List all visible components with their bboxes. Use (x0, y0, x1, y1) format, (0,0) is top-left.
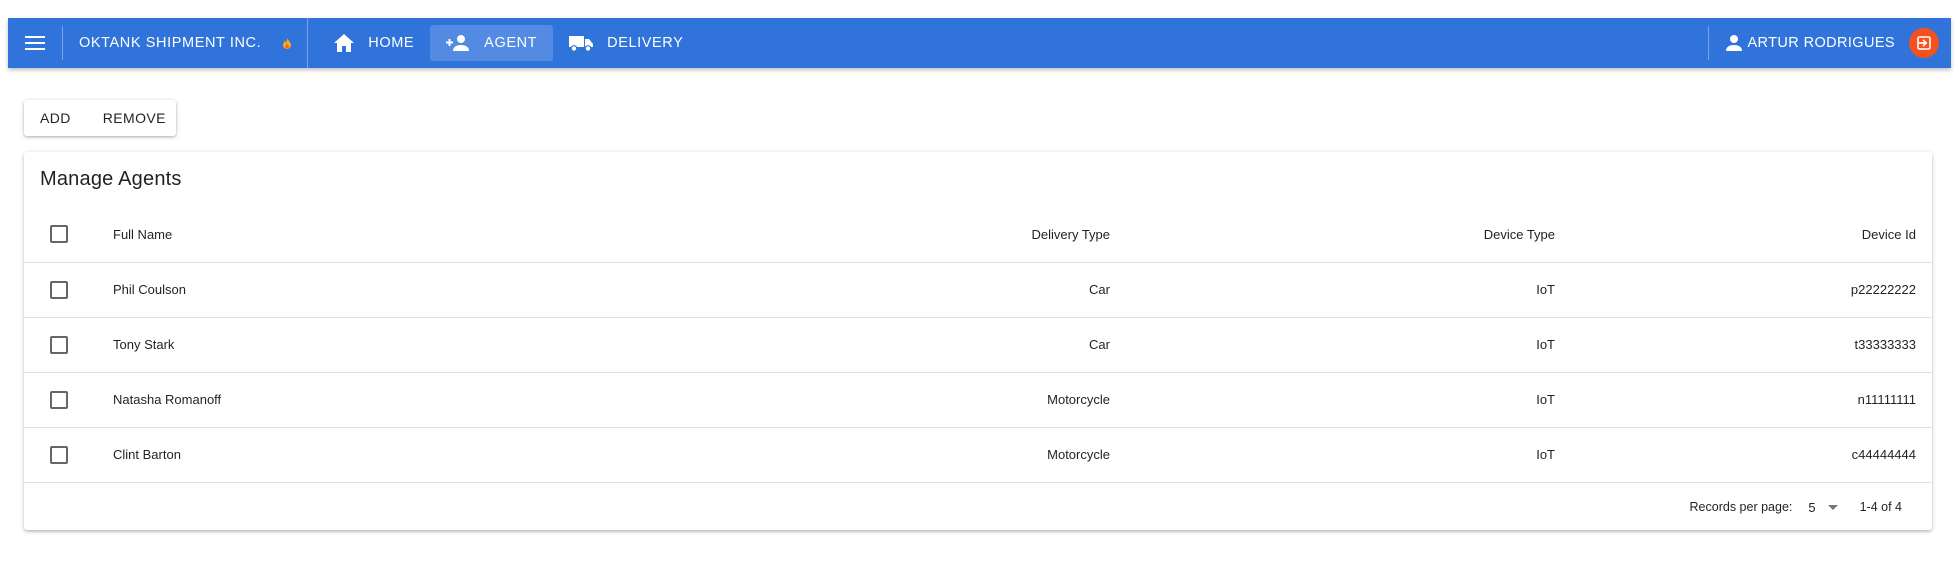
column-header-device-id[interactable]: Device Id (1555, 207, 1932, 263)
user-icon (1725, 34, 1743, 52)
cell-full-name: Tony Stark (113, 317, 613, 373)
column-header-device-type[interactable]: Device Type (1110, 207, 1555, 263)
cell-device-type: IoT (1110, 317, 1555, 373)
table-header-row: Full Name Delivery Type Device Type Devi… (24, 207, 1932, 263)
row-checkbox-cell (24, 372, 113, 428)
cell-device-id: n11111111 (1555, 372, 1932, 428)
row-checkbox[interactable] (50, 390, 68, 409)
menu-button[interactable] (8, 18, 62, 68)
add-button[interactable]: ADD (24, 100, 87, 136)
table-row[interactable]: Clint Barton Motorcycle IoT c44444444 (24, 427, 1932, 483)
cell-delivery-type: Motorcycle (613, 372, 1110, 428)
pagination-range: 1-4 of 4 (1859, 500, 1902, 514)
nav-home[interactable]: HOME (318, 25, 430, 61)
main-nav: HOME AGENT DELIVERY (308, 18, 699, 68)
user-menu[interactable]: ARTUR RODRIGUES (1709, 34, 1909, 52)
row-checkbox-cell (24, 427, 113, 483)
logout-icon (1917, 36, 1931, 50)
header-checkbox-cell (24, 207, 113, 263)
column-header-full-name[interactable]: Full Name (113, 207, 613, 263)
row-checkbox-cell (24, 317, 113, 373)
column-header-delivery-type[interactable]: Delivery Type (613, 207, 1110, 263)
row-checkbox[interactable] (50, 280, 68, 299)
cell-device-id: t33333333 (1555, 317, 1932, 373)
cell-full-name: Clint Barton (113, 427, 613, 483)
table-row[interactable]: Phil Coulson Car IoT p22222222 (24, 262, 1932, 318)
nav-delivery[interactable]: DELIVERY (553, 25, 699, 61)
cell-device-id: c44444444 (1555, 427, 1932, 483)
brand-name: OKTANK SHIPMENT INC. (79, 35, 262, 51)
row-checkbox[interactable] (50, 335, 68, 354)
cell-full-name: Natasha Romanoff (113, 372, 613, 428)
home-icon (334, 34, 355, 52)
nav-delivery-label: DELIVERY (607, 35, 684, 51)
nav-home-label: HOME (368, 35, 415, 51)
dropdown-arrow-icon (1827, 504, 1838, 510)
remove-button[interactable]: REMOVE (87, 100, 182, 136)
truck-icon (569, 34, 594, 52)
cell-device-type: IoT (1110, 262, 1555, 318)
select-all-checkbox[interactable] (50, 225, 68, 244)
records-per-page-label: Records per page: (1689, 500, 1793, 514)
card-title: Manage Agents (40, 168, 182, 190)
cell-delivery-type: Motorcycle (613, 427, 1110, 483)
user-name: ARTUR RODRIGUES (1747, 35, 1895, 51)
table-row[interactable]: Natasha Romanoff Motorcycle IoT n1111111… (24, 372, 1932, 428)
nav-agent-label: AGENT (484, 35, 538, 51)
cell-full-name: Phil Coulson (113, 262, 613, 318)
app-bar: OKTANK SHIPMENT INC. HOME AGENT DELIVERY (8, 18, 1951, 68)
cell-device-type: IoT (1110, 427, 1555, 483)
brand: OKTANK SHIPMENT INC. (63, 18, 307, 68)
cell-device-type: IoT (1110, 372, 1555, 428)
cell-delivery-type: Car (613, 262, 1110, 318)
action-toolbar: ADD REMOVE (24, 100, 176, 136)
nav-agent[interactable]: AGENT (430, 25, 554, 61)
cell-device-id: p22222222 (1555, 262, 1932, 318)
agents-table: Full Name Delivery Type Device Type Devi… (24, 207, 1932, 483)
row-checkbox-cell (24, 262, 113, 318)
cell-delivery-type: Car (613, 317, 1110, 373)
logout-button[interactable] (1909, 28, 1939, 58)
records-per-page-select[interactable]: 5 (1808, 499, 1838, 515)
hamburger-menu-icon (25, 36, 45, 50)
flame-icon (283, 37, 292, 49)
appbar-right: ARTUR RODRIGUES (1708, 18, 1951, 68)
table-row[interactable]: Tony Stark Car IoT t33333333 (24, 317, 1932, 373)
table-pagination: Records per page: 5 1-4 of 4 (24, 484, 1932, 530)
row-checkbox[interactable] (50, 445, 68, 464)
records-per-page-value: 5 (1808, 499, 1816, 515)
agents-card: Manage Agents Full Name Delivery Type De… (24, 152, 1932, 530)
person-add-icon (446, 35, 470, 51)
